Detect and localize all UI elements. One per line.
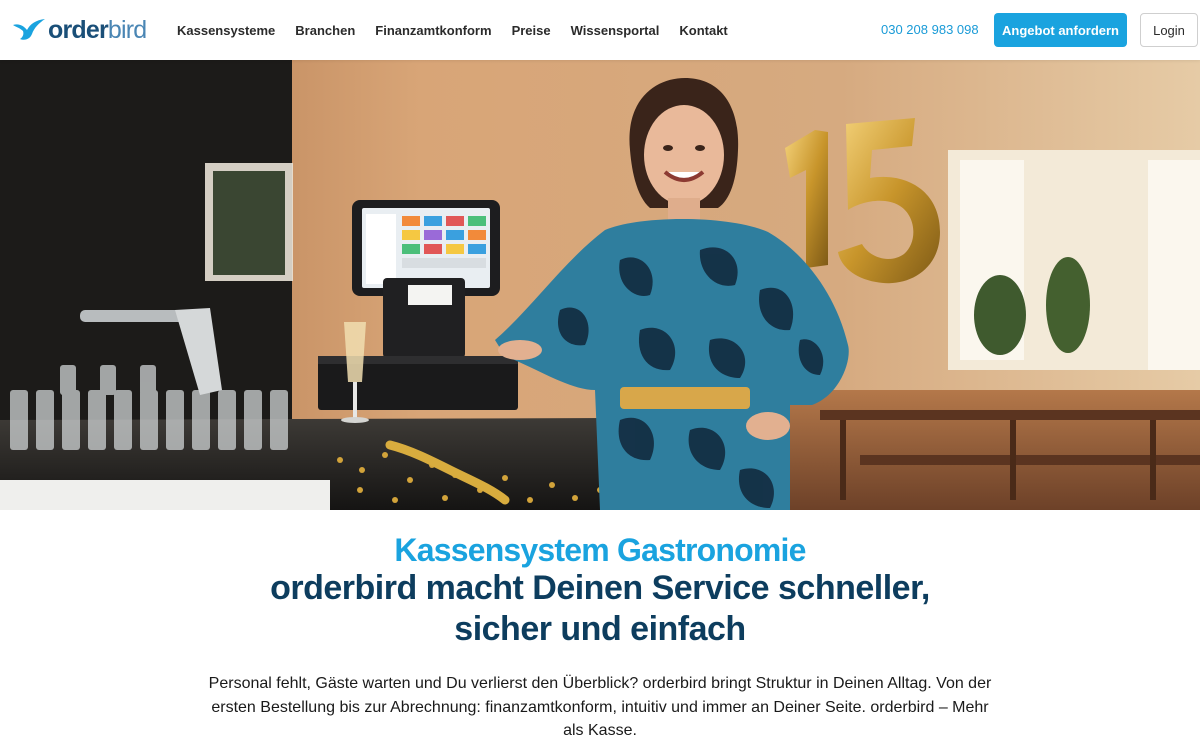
bird-icon — [13, 19, 45, 40]
plant — [1046, 257, 1090, 353]
nav-item-kassensysteme[interactable]: Kassensysteme — [177, 23, 275, 38]
table — [860, 455, 1200, 465]
nav-item-finanzamtkonform[interactable]: Finanzamtkonform — [375, 23, 491, 38]
dining-area — [790, 390, 1200, 510]
site-header: orderbird Kassensysteme Branchen Finanza… — [0, 0, 1200, 60]
nav-item-branchen[interactable]: Branchen — [295, 23, 355, 38]
nav-item-wissensportal[interactable]: Wissensportal — [571, 23, 660, 38]
logo-word-order: order — [48, 15, 109, 44]
main-nav: Kassensysteme Branchen Finanzamtkonform … — [177, 0, 748, 60]
chair-leg — [840, 420, 846, 500]
nav-item-preise[interactable]: Preise — [512, 23, 551, 38]
logo-word-bird: bird — [107, 15, 147, 44]
window-pane — [1148, 160, 1200, 370]
plant — [974, 275, 1026, 355]
headline-line-1: orderbird macht Deinen Service schneller… — [270, 569, 930, 607]
nav-item-kontakt[interactable]: Kontakt — [679, 23, 727, 38]
shelf-plant — [213, 171, 285, 275]
logo-wordmark: orderbird — [48, 15, 147, 44]
chair-leg — [1150, 420, 1156, 500]
phone-link[interactable]: 030 208 983 098 — [881, 22, 979, 37]
hero-image — [0, 60, 1200, 510]
main-content: Kassensystem Gastronomie orderbird macht… — [0, 510, 1200, 743]
chair-leg — [1010, 420, 1016, 500]
orderbird-logo[interactable]: orderbird — [12, 10, 147, 50]
intro-paragraph: Personal fehlt, Gäste warten und Du verl… — [208, 675, 992, 739]
headline-accent: Kassensystem Gastronomie — [394, 532, 806, 568]
hero-scene — [0, 60, 1200, 510]
table — [820, 410, 1200, 420]
receipt-printer — [383, 278, 465, 358]
login-button[interactable]: Login — [1140, 13, 1198, 47]
headline-line-2: sicher und einfach — [454, 610, 746, 648]
request-offer-button[interactable]: Angebot anfordern — [994, 13, 1127, 47]
gold-belt — [620, 387, 750, 409]
bar-mat — [0, 480, 330, 510]
